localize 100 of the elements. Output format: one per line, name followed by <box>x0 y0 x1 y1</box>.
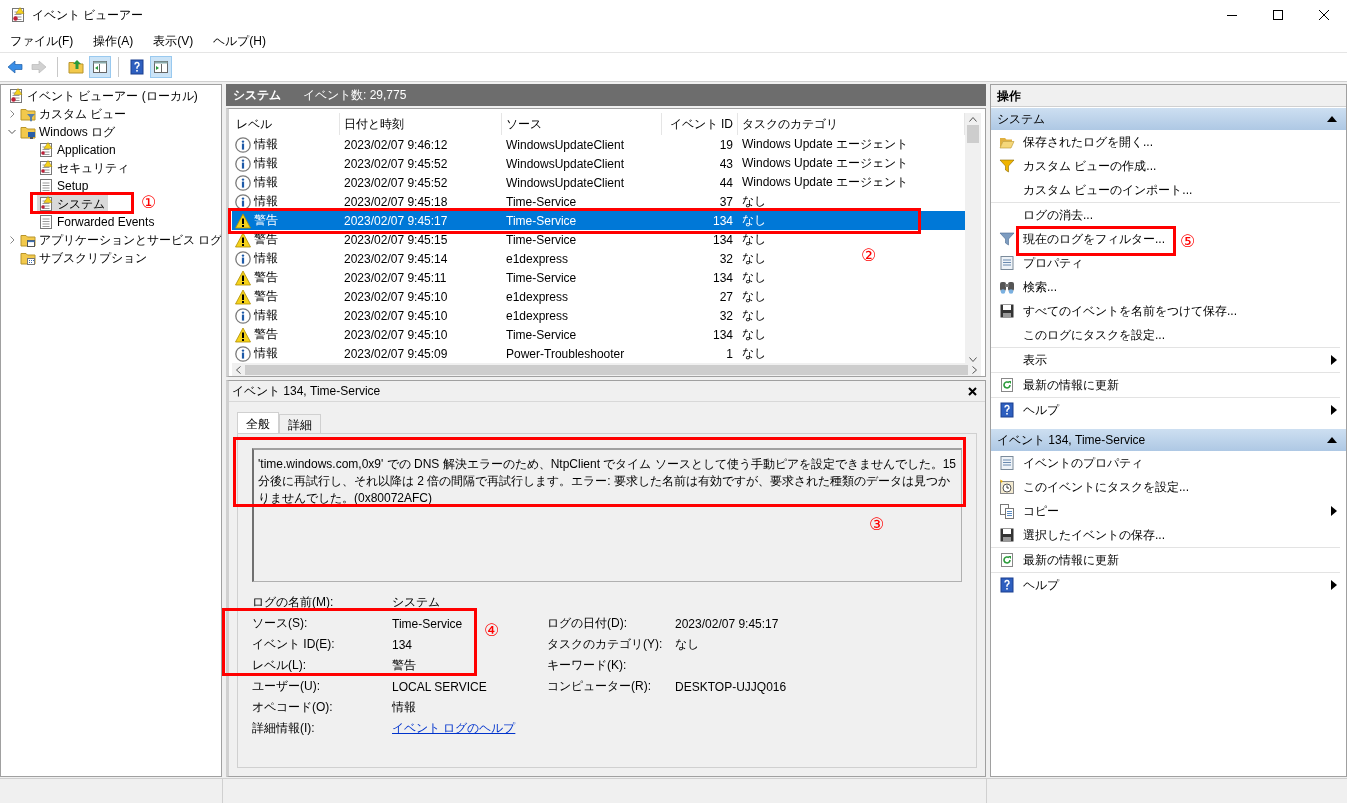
vertical-scrollbar[interactable] <box>965 113 981 363</box>
action-item[interactable]: コピー <box>991 499 1340 523</box>
table-cell-text: なし <box>741 269 766 286</box>
toolbar-button[interactable] <box>89 56 111 78</box>
maximize-icon[interactable] <box>1273 10 1283 20</box>
table-row[interactable]: 警告 2023/02/07 9:45:10 e1dexpress 27 なし <box>232 287 766 306</box>
table-cell-text: 134 <box>711 270 734 285</box>
scroll-left-icon[interactable] <box>235 365 241 374</box>
collapse-arrow-icon[interactable] <box>1327 437 1337 443</box>
table-cell-text: Time-Service <box>505 194 577 209</box>
tree-item[interactable]: イベント ビューアー (ローカル) <box>7 87 201 105</box>
toolbar-button[interactable] <box>150 56 172 78</box>
tree-pane-icon <box>92 59 108 75</box>
tree-item[interactable]: Application <box>37 141 119 159</box>
tab[interactable]: 詳細 <box>279 414 321 433</box>
table-cell-text: 2023/02/07 9:46:12 <box>343 137 448 152</box>
table-row[interactable]: 警告 2023/02/07 9:45:10 Time-Service 134 なし <box>232 325 766 344</box>
action-item[interactable]: カスタム ビューの作成... <box>991 154 1163 178</box>
action-item[interactable]: 選択したイベントの保存... <box>991 523 1171 547</box>
submenu-arrow-icon <box>1331 355 1337 365</box>
tab[interactable]: 全般 <box>237 412 279 433</box>
scrollbar-thumb[interactable] <box>967 125 979 143</box>
table-row[interactable]: 情報 2023/02/07 9:45:52 WindowsUpdateClient 44 Windows Update エージェント <box>232 173 909 192</box>
collapse-arrow-icon[interactable] <box>1327 116 1337 122</box>
menu-item[interactable]: ファイル(F) <box>3 30 81 52</box>
property-label: オペコード(O): <box>252 699 333 716</box>
action-item[interactable]: 表示 <box>991 348 1340 372</box>
table-cell-text: なし <box>741 307 766 324</box>
close-icon[interactable] <box>968 386 977 396</box>
scroll-up-icon[interactable] <box>969 116 977 122</box>
table-row[interactable]: 警告 2023/02/07 9:45:11 Time-Service 134 なし <box>232 268 766 287</box>
annotation-number: ③ <box>869 515 885 533</box>
annotation-number: ④ <box>484 621 500 639</box>
action-item[interactable]: 最新の情報に更新 <box>991 373 1125 397</box>
table-row[interactable]: 情報 2023/02/07 9:45:52 WindowsUpdateClient 43 Windows Update エージェント <box>232 154 909 173</box>
action-item[interactable]: 現在のログをフィルター... <box>991 227 1171 251</box>
tree-item[interactable]: サブスクリプション <box>19 249 150 267</box>
properties-icon <box>999 455 1015 471</box>
table-cell-text: なし <box>741 326 766 343</box>
action-item[interactable]: カスタム ビューのインポート... <box>991 178 1199 202</box>
scroll-down-icon[interactable] <box>969 357 977 363</box>
tree-item[interactable]: Forwarded Events <box>37 213 158 231</box>
table-cell-text: WindowsUpdateClient <box>505 137 625 152</box>
property-value: システム <box>392 594 440 611</box>
section-header[interactable]: システム <box>991 108 1346 130</box>
table-row[interactable]: 情報 2023/02/07 9:45:14 e1dexpress 32 なし <box>232 249 766 268</box>
action-item[interactable]: ヘルプ <box>991 573 1340 597</box>
tree-item[interactable]: セキュリティ <box>37 159 132 177</box>
table-row[interactable]: 警告 2023/02/07 9:45:15 Time-Service 134 なし <box>232 230 766 249</box>
column-header[interactable]: ソース <box>502 113 662 135</box>
scrollbar-thumb[interactable] <box>245 364 968 375</box>
refresh-icon <box>999 377 1015 393</box>
action-item[interactable]: 保存されたログを開く... <box>991 130 1159 154</box>
table-cell: 情報 <box>254 193 278 210</box>
section-header[interactable]: イベント 134, Time-Service <box>991 429 1346 451</box>
table-row[interactable]: 警告 2023/02/07 9:45:17 Time-Service 134 なし <box>232 211 965 230</box>
horizontal-scrollbar[interactable] <box>232 363 981 376</box>
help-icon <box>129 59 145 75</box>
action-pane-icon <box>153 59 169 75</box>
action-item[interactable]: このイベントにタスクを設定... <box>991 475 1195 499</box>
tree-item[interactable]: Windows ログ <box>19 123 118 141</box>
funnel-icon <box>999 158 1015 174</box>
info-icon <box>235 155 251 172</box>
menu-item[interactable]: 表示(V) <box>146 30 201 52</box>
table-cell: 情報 <box>254 307 278 324</box>
menu-item[interactable]: ヘルプ(H) <box>206 30 273 52</box>
scroll-right-icon[interactable] <box>972 365 978 374</box>
menu-item[interactable]: 操作(A) <box>86 30 141 52</box>
column-header[interactable]: イベント ID <box>662 113 738 135</box>
table-row[interactable]: 情報 2023/02/07 9:45:10 e1dexpress 32 なし <box>232 306 766 325</box>
copy-icon <box>999 503 1015 519</box>
table-cell: 警告 <box>254 231 278 248</box>
action-item[interactable]: ログの消去... <box>991 203 1099 227</box>
table-cell-text: 134 <box>711 232 734 247</box>
action-item[interactable]: 最新の情報に更新 <box>991 548 1125 572</box>
action-item[interactable]: このログにタスクを設定... <box>991 323 1171 347</box>
help-link[interactable]: イベント ログのヘルプ <box>392 720 516 737</box>
table-row[interactable]: 情報 2023/02/07 9:46:12 WindowsUpdateClient 19 Windows Update エージェント <box>232 135 909 154</box>
binoculars-icon <box>999 279 1015 295</box>
table-cell-text: Time-Service <box>505 270 577 285</box>
chevron-icon[interactable] <box>8 110 16 118</box>
column-header[interactable]: 日付と時刻 <box>340 113 502 135</box>
table-cell: 警告 <box>254 212 278 229</box>
property-label: イベント ID(E): <box>252 636 335 653</box>
tree-item[interactable]: Setup <box>37 177 92 195</box>
action-item[interactable]: プロパティ <box>991 251 1089 275</box>
event-count: イベント数: 29,775 <box>303 86 407 104</box>
table-row[interactable]: 情報 2023/02/07 9:45:18 Time-Service 37 なし <box>232 192 766 211</box>
action-item[interactable]: すべてのイベントを名前をつけて保存... <box>991 299 1243 323</box>
table-cell-text: WindowsUpdateClient <box>505 156 625 171</box>
action-item[interactable]: ヘルプ <box>991 398 1340 422</box>
tree-item[interactable]: カスタム ビュー <box>19 105 130 123</box>
column-header[interactable]: レベル <box>232 113 340 135</box>
table-cell-text: 2023/02/07 9:45:15 <box>343 232 448 247</box>
action-item[interactable]: イベントのプロパティ <box>991 451 1149 475</box>
action-item[interactable]: 検索... <box>991 275 1063 299</box>
chevron-icon[interactable] <box>8 236 16 244</box>
table-row[interactable]: 情報 2023/02/07 9:45:09 Power-Troubleshooter 1 なし <box>232 344 766 363</box>
table-cell-text: Windows Update エージェント <box>741 136 909 153</box>
close-icon[interactable] <box>1319 10 1329 20</box>
